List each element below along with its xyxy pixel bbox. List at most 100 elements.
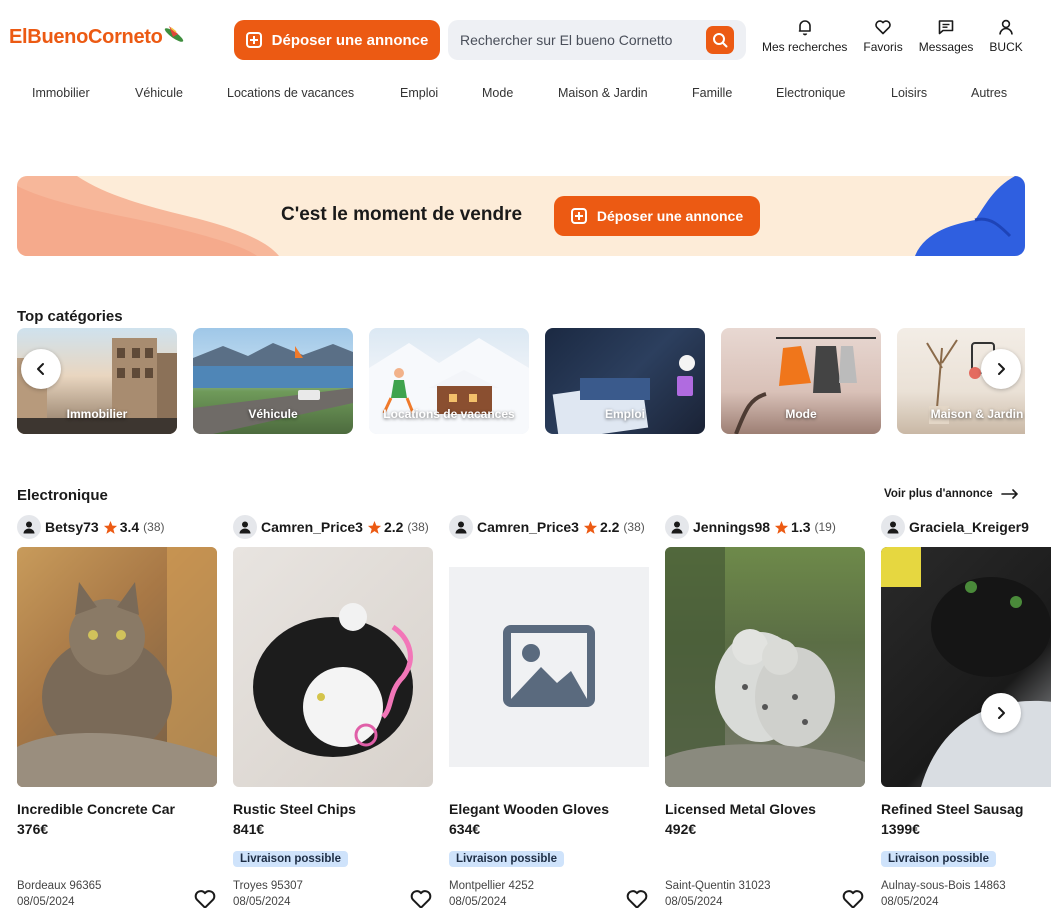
listing-title: Incredible Concrete Car (17, 801, 175, 817)
nav-label: Messages (918, 40, 974, 54)
site-logo[interactable]: ElBuenoCorneto (9, 25, 187, 49)
favorite-heart-icon[interactable] (625, 887, 649, 908)
seller-name: Betsy73 (45, 519, 99, 535)
listing-photo[interactable] (17, 547, 217, 787)
top-categories-title: Top catégories (17, 308, 123, 325)
listing-photo[interactable] (665, 547, 865, 787)
star-icon (103, 520, 117, 534)
seller-name: Camren_Price3 (477, 519, 579, 535)
user-icon (999, 19, 1013, 35)
see-more-link[interactable]: Voir plus d'annonce (884, 488, 1019, 500)
listing-price: 634€ (449, 821, 481, 837)
carousel-next-button[interactable] (981, 349, 1021, 389)
user-icon (23, 521, 35, 534)
seller-name: Jennings98 (693, 519, 771, 535)
chevron-left-icon (37, 363, 44, 375)
seller-info[interactable]: Jennings98 1.3 (19) (665, 514, 865, 540)
carousel-prev-button[interactable] (21, 349, 61, 389)
nav-mes-recherches[interactable]: Mes recherches (762, 18, 847, 54)
seller-info[interactable]: Graciela_Kreiger9 (881, 514, 1051, 540)
listing-title: Elegant Wooden Gloves (449, 801, 609, 817)
listing-date: 08/05/2024 (449, 896, 507, 908)
listing-price: 841€ (233, 821, 265, 837)
top-category-card[interactable]: Locations de vacances (369, 328, 529, 434)
rating-count: (38) (407, 520, 429, 534)
nav-favoris[interactable]: Favoris (863, 18, 903, 54)
avatar (17, 515, 41, 539)
top-category-card[interactable]: Véhicule (193, 328, 353, 434)
black-cat-photo-image (881, 547, 1051, 787)
listing-title: Licensed Metal Gloves (665, 801, 816, 817)
rating-count: (38) (623, 520, 645, 534)
top-category-label: Immobilier (66, 407, 128, 421)
seller-rating: 2.2 (599, 519, 620, 535)
category-link-loisirs[interactable]: Loisirs (891, 86, 927, 100)
category-link-emploi[interactable]: Emploi (400, 86, 438, 100)
avatar (881, 515, 905, 539)
category-link-famille[interactable]: Famille (692, 86, 732, 100)
sombrero-icon (164, 25, 183, 42)
listing-price: 1399€ (881, 821, 920, 837)
nav-messages[interactable]: Messages (918, 18, 974, 54)
listing-location: Saint-Quentin 31023 (665, 880, 771, 892)
category-link-maison-jardin[interactable]: Maison & Jardin (558, 86, 648, 100)
nav-label: Favoris (863, 40, 903, 54)
favorite-heart-icon[interactable] (193, 887, 217, 908)
logo-text: ElBuenoCorneto (9, 26, 163, 48)
deposit-ad-label: Déposer une annonce (271, 31, 429, 49)
message-icon (938, 20, 954, 35)
listings-next-button[interactable] (981, 693, 1021, 733)
seller-info[interactable]: Camren_Price3 2.2 (38) (449, 514, 649, 540)
category-link-electronique[interactable]: Electronique (776, 86, 846, 100)
listing-photo[interactable] (233, 547, 433, 787)
user-icon (887, 521, 899, 534)
listing-card[interactable]: Jennings98 1.3 (19) Licensed Metal Glove… (665, 514, 865, 908)
listing-price: 492€ (665, 821, 697, 837)
nav-account[interactable]: BUCK (989, 18, 1023, 54)
top-category-card[interactable]: Mode (721, 328, 881, 434)
favorite-heart-icon[interactable] (841, 887, 865, 908)
delivery-badge: Livraison possible (449, 851, 564, 867)
listing-card[interactable]: Betsy73 3.4 (38) Incredible Concrete Car… (17, 514, 217, 908)
listing-date: 08/05/2024 (17, 896, 75, 908)
header-nav: Mes recherches Favoris Messages BUCK (762, 18, 1039, 54)
user-icon (671, 521, 683, 534)
bell-icon (798, 20, 811, 36)
cat-photo-image (253, 603, 413, 757)
heart-icon (875, 20, 891, 35)
search-input[interactable] (460, 32, 710, 48)
search-button[interactable] (706, 26, 734, 54)
image-placeholder-icon (503, 625, 595, 707)
category-link-immobilier[interactable]: Immobilier (32, 86, 90, 100)
user-icon (455, 521, 467, 534)
category-link-autres[interactable]: Autres (971, 86, 1007, 100)
rating-count: (19) (814, 520, 836, 534)
favorite-heart-icon[interactable] (409, 887, 433, 908)
listing-card[interactable]: Camren_Price3 2.2 (38) Rustic Steel Chip… (233, 514, 433, 908)
listing-date: 08/05/2024 (233, 896, 291, 908)
top-category-label: Mode (785, 407, 817, 421)
top-category-label: Véhicule (248, 407, 298, 421)
category-link-mode[interactable]: Mode (482, 86, 513, 100)
arrow-right-icon (1000, 489, 1018, 499)
listing-card[interactable]: Camren_Price3 2.2 (38) Elegant Wooden Gl… (449, 514, 649, 908)
seller-info[interactable]: Betsy73 3.4 (38) (17, 514, 217, 540)
listing-photo-placeholder[interactable] (449, 567, 649, 767)
listing-location: Montpellier 4252 (449, 880, 535, 892)
listing-title: Rustic Steel Chips (233, 801, 356, 817)
category-link-locations[interactable]: Locations de vacances (227, 86, 354, 100)
top-category-card[interactable]: Emploi (545, 328, 705, 434)
snow-leopard-photo-image (665, 547, 865, 787)
banner-title: C'est le moment de vendre (281, 204, 523, 225)
category-link-vehicule[interactable]: Véhicule (135, 86, 183, 100)
chevron-right-icon (998, 363, 1005, 375)
banner-deposit-button[interactable]: Déposer une annonce (554, 196, 760, 236)
star-icon (367, 520, 382, 534)
listing-photo[interactable] (881, 547, 1051, 787)
cat-photo-image (17, 547, 217, 787)
listing-card[interactable]: Graciela_Kreiger9 Refined Steel Sausag 1… (881, 514, 1051, 908)
listing-price: 376€ (17, 821, 49, 837)
deposit-ad-button[interactable]: Déposer une annonce (234, 20, 440, 60)
search-bar (448, 20, 746, 60)
seller-info[interactable]: Camren_Price3 2.2 (38) (233, 514, 433, 540)
